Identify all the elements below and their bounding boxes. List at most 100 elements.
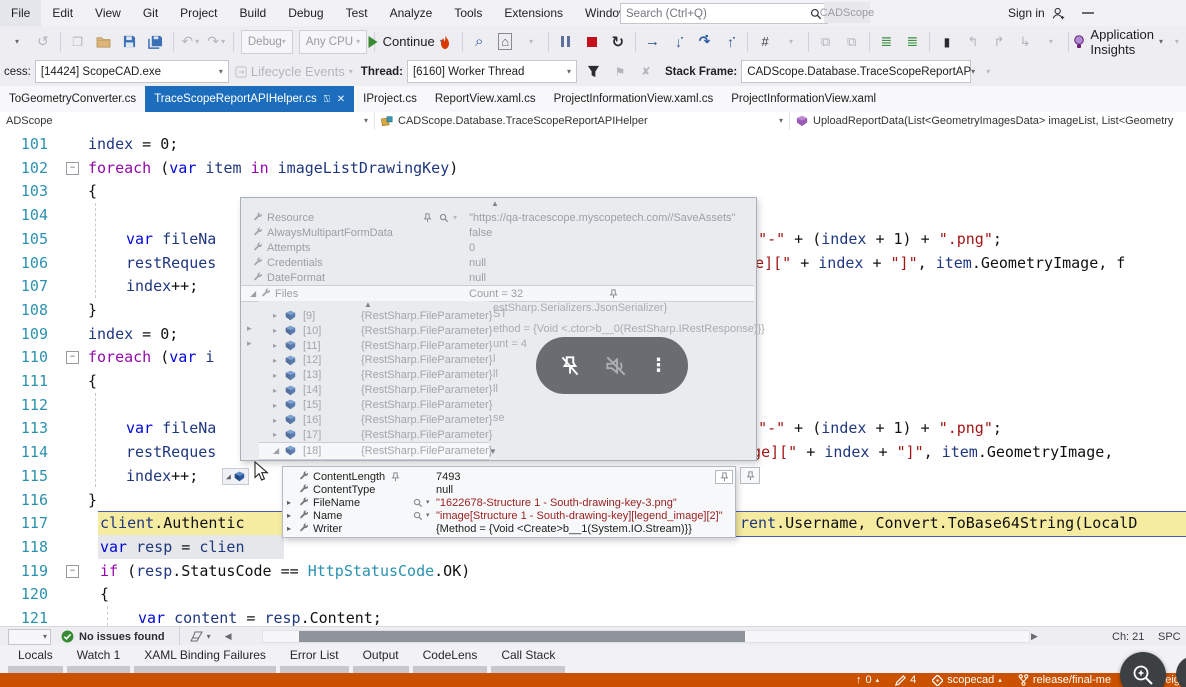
breadcrumb-project-dropdown[interactable]: ADScope▾ [0, 112, 375, 130]
flag-threads-button[interactable]: ⚑ [607, 60, 633, 84]
scroll-right-icon[interactable]: ▶ [1031, 631, 1038, 642]
panel-tab-codelens[interactable]: CodeLens [413, 645, 488, 673]
pin-outline-icon[interactable] [391, 472, 400, 482]
breadcrumb-member-dropdown[interactable]: UploadReportData(List<GeometryImagesData… [790, 112, 1186, 130]
datatip-pin-floating-button[interactable] [740, 467, 760, 484]
expander-icon[interactable]: ▸ [287, 498, 291, 507]
toolbar-options-caret-3[interactable]: ▾ [1038, 30, 1064, 54]
issues-filter-dropdown[interactable]: ▾ [8, 629, 51, 645]
expander-open-icon[interactable]: ◢ [250, 289, 256, 298]
issues-status[interactable]: No issues found [61, 630, 165, 643]
expander-icon[interactable]: ▸ [273, 311, 277, 320]
subtip-row[interactable]: ContentTypenull [283, 483, 733, 496]
expander-icon[interactable]: ▸ [273, 416, 277, 425]
eraser-icon[interactable] [190, 631, 204, 642]
step-into-button[interactable]: ↓̇ [665, 30, 691, 54]
git-outgoing[interactable]: ↑ 0 ▴ [856, 674, 879, 686]
panel-tab-locals[interactable]: Locals [8, 645, 63, 673]
expander-icon[interactable]: ▸ [247, 338, 252, 349]
expander-icon[interactable]: ▸ [287, 511, 291, 520]
solution-configuration-dropdown[interactable]: Debug▾ [241, 30, 293, 54]
scroll-up-icon[interactable]: ▲ [491, 199, 499, 208]
application-insights-button[interactable]: Application Insights▾ [1073, 30, 1164, 54]
stop-button[interactable] [579, 30, 605, 54]
expander-icon[interactable]: ▸ [273, 326, 277, 335]
menu-item-test[interactable]: Test [335, 0, 379, 26]
toolbar-options-caret-2[interactable]: ▾ [778, 30, 804, 54]
panel-tab-watch-1[interactable]: Watch 1 [67, 645, 131, 673]
fold-collapse-box[interactable]: − [66, 351, 79, 364]
menu-item-view[interactable]: View [84, 0, 132, 26]
sign-in-button[interactable]: Sign in [1008, 0, 1066, 26]
datatip-subpopup[interactable]: ContentLength7493ContentTypenull▸FileNam… [282, 466, 736, 538]
file-parameter-row[interactable]: ▸[13]{RestSharp.FileParameter} [259, 368, 489, 384]
file-parameter-row[interactable]: ▸[16]{RestSharp.FileParameter} [259, 412, 489, 428]
find-in-files-button[interactable]: ⌕ [466, 30, 492, 54]
new-item-icon[interactable]: ❐ [65, 30, 91, 54]
menu-item-tools[interactable]: Tools [443, 0, 493, 26]
magnifier-icon[interactable] [439, 213, 449, 223]
pin-outline-icon[interactable] [609, 289, 618, 299]
step-out-button[interactable]: ↑̇ [717, 30, 743, 54]
nav-backward-icon[interactable]: ↺ [30, 30, 56, 54]
fold-collapse-box[interactable]: − [66, 565, 79, 578]
eraser-caret-icon[interactable]: ▾ [207, 633, 211, 641]
expander-icon[interactable]: ▸ [287, 524, 291, 533]
hot-reload-button[interactable] [432, 30, 458, 54]
menu-item-build[interactable]: Build [229, 0, 278, 26]
expander-icon[interactable]: ▸ [273, 401, 277, 410]
next-bookmark-button[interactable]: ↱ [986, 30, 1012, 54]
tab-pin-icon[interactable]: ⍂ [324, 94, 330, 105]
solution-platform-dropdown[interactable]: Any CPU▾ [299, 30, 367, 54]
file-parameter-row[interactable]: ▸[15]{RestSharp.FileParameter} [259, 397, 489, 413]
datatip-row[interactable]: Credentialsnull [241, 255, 754, 270]
pause-button[interactable] [553, 30, 579, 54]
more-options-icon[interactable]: ⋮ [650, 355, 668, 376]
scrollbar-thumb[interactable] [299, 631, 745, 642]
magnifier-icon[interactable] [413, 511, 423, 521]
speaker-muted-icon[interactable] [603, 353, 629, 379]
debugbar-options-caret[interactable]: ▾ [975, 60, 1001, 84]
menu-item-debug[interactable]: Debug [277, 0, 334, 26]
menu-item-project[interactable]: Project [169, 0, 228, 26]
datatip-row[interactable]: DateFormatnull [241, 270, 754, 285]
subtip-row[interactable]: ▸Writer{Method = {Void <Create>b__1(Syst… [283, 522, 733, 535]
process-dropdown[interactable]: [14424] ScopeCAD.exe▾ [35, 60, 229, 83]
expander-icon[interactable]: ▸ [273, 371, 277, 380]
subtip-row[interactable]: ▸Name▾"image[Structure 1 - South-drawing… [283, 509, 733, 522]
datatip-row[interactable]: Attempts0 [241, 240, 754, 255]
menu-item-analyze[interactable]: Analyze [379, 0, 444, 26]
panel-tab-output[interactable]: Output [353, 645, 409, 673]
git-edits[interactable]: 4 [895, 674, 916, 686]
thread-dropdown[interactable]: [6160] Worker Thread▾ [407, 60, 577, 83]
file-parameter-row[interactable]: ▸[11]{RestSharp.FileParameter} [259, 338, 489, 354]
file-parameter-row[interactable]: ▸[14]{RestSharp.FileParameter} [259, 383, 489, 399]
expander-icon[interactable]: ▸ [273, 430, 277, 439]
tab-reportview-xaml-cs[interactable]: ReportView.xaml.cs [426, 86, 545, 112]
bookmark-button[interactable]: ▮ [934, 30, 960, 54]
search-input[interactable]: Search (Ctrl+Q) [620, 3, 828, 24]
scroll-left-icon[interactable]: ◀ [225, 631, 232, 642]
open-file-button[interactable] [91, 30, 117, 54]
stack-frame-dropdown[interactable]: CADScope.Database.TraceScopeReportAP▾ [741, 60, 971, 83]
clear-bookmarks-button[interactable]: ↳ [1012, 30, 1038, 54]
panel-tab-xaml-binding-failures[interactable]: XAML Binding Failures [134, 645, 276, 673]
step-over-button[interactable]: ↷̇ [691, 30, 717, 54]
menu-item-extensions[interactable]: Extensions [493, 0, 574, 26]
files-children-list[interactable]: ▲▸[9]{RestSharp.FileParameter}▸[10]{Rest… [259, 301, 489, 457]
pin-button[interactable] [715, 470, 733, 484]
file-parameter-row[interactable]: ◢[18]{RestSharp.FileParameter} [259, 442, 489, 460]
panel-tab-call-stack[interactable]: Call Stack [491, 645, 565, 673]
tab-tracescopereportapihelper-cs[interactable]: TraceScopeReportAPIHelper.cs⍂✕ [145, 86, 354, 112]
thread-filter-button[interactable] [581, 60, 607, 84]
tab-togeometryconverter-cs[interactable]: ToGeometryConverter.cs [0, 86, 145, 112]
undo-button[interactable]: ↶▾ [177, 30, 203, 54]
datatip-row[interactable]: ◢FilesCount = 32 [241, 285, 754, 302]
datatip-popup[interactable]: ▲Resource▾"https://qa-tracescope.myscope… [240, 197, 757, 461]
new-window-button[interactable]: ⧉ [813, 30, 839, 54]
continue-button[interactable]: Continue▾ [379, 30, 432, 54]
frame-home-button[interactable]: ⌂ [492, 30, 518, 54]
pin-off-icon[interactable] [557, 353, 583, 379]
horizontal-scrollbar[interactable] [262, 630, 1030, 643]
scroll-down-icon[interactable]: ▼ [489, 447, 497, 456]
